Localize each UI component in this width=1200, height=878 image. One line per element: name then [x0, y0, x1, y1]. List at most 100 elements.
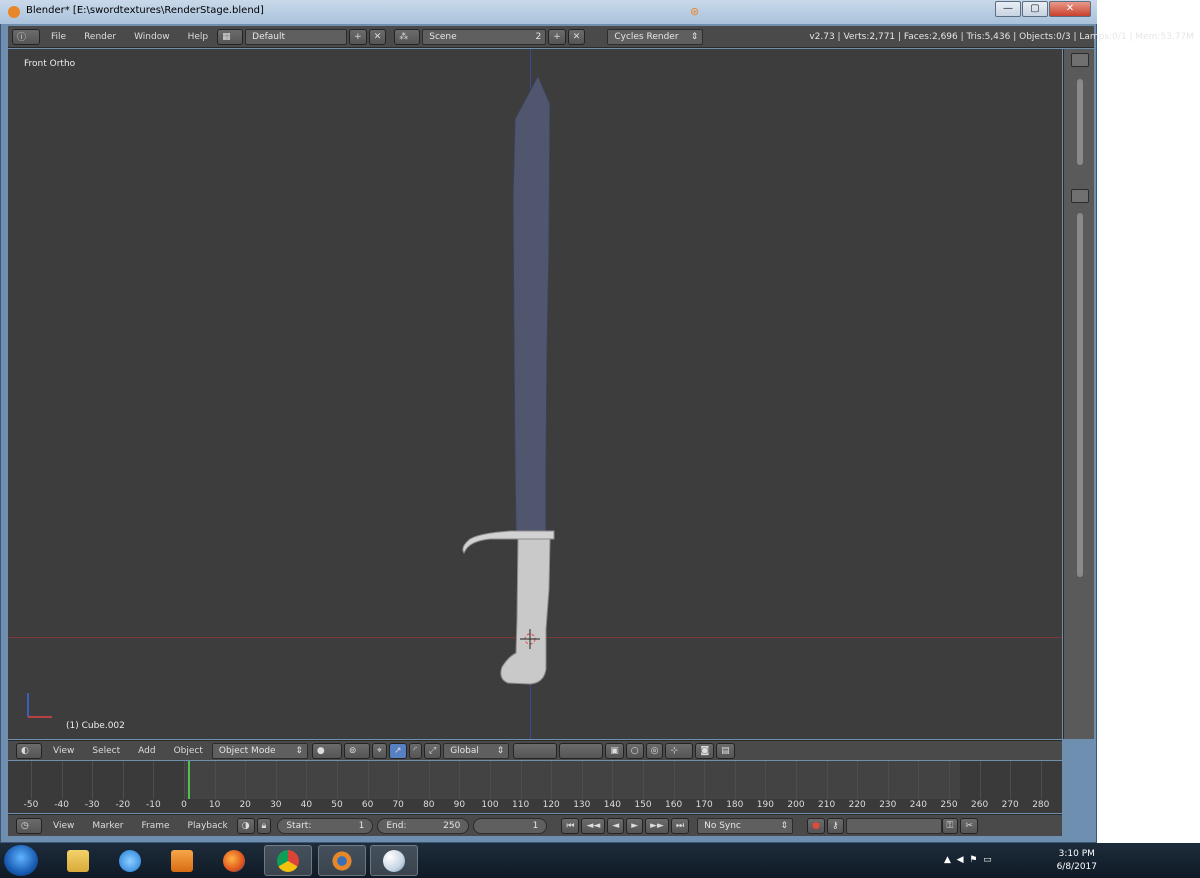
taskbar-file-explorer[interactable]	[54, 845, 102, 876]
frame-tick-label: 10	[208, 800, 221, 810]
taskbar-firefox[interactable]	[210, 845, 258, 876]
snap-element-button[interactable]: ⊹	[665, 742, 694, 759]
current-frame-field[interactable]: 1	[473, 817, 548, 834]
menu-help[interactable]: Help	[188, 32, 209, 42]
panel-toggle-button[interactable]	[1071, 53, 1089, 67]
menu-view[interactable]: View	[53, 746, 74, 756]
frame-tick-label: 150	[634, 800, 652, 810]
editor-type-info-button[interactable]: ⓘ	[12, 28, 40, 45]
jump-end-button[interactable]: ⏭	[670, 817, 690, 834]
taskbar-media-player[interactable]	[158, 845, 206, 876]
prev-keyframe-button[interactable]: ◄◄	[581, 817, 606, 834]
render-engine-select[interactable]: Cycles Render ⇕	[607, 28, 704, 45]
properties-scrollbar[interactable]	[1077, 213, 1083, 577]
timeline-grid-line	[245, 761, 247, 799]
opengl-animation-button[interactable]: ▤	[716, 742, 735, 759]
frame-tick-label: 230	[879, 800, 897, 810]
delete-layout-button[interactable]: ✕	[368, 28, 387, 45]
frame-tick-label: 140	[603, 800, 621, 810]
layout-browse-button[interactable]: ▦	[217, 28, 244, 45]
delete-keyframe-button[interactable]: ✂	[960, 817, 978, 834]
rotate-manipulator-button[interactable]: ◜	[408, 742, 422, 759]
keying-set-field[interactable]	[845, 817, 942, 834]
layout-grid-icon: ▦	[222, 31, 231, 42]
timeline-grid-line	[857, 761, 859, 799]
lock-camera-button[interactable]: ▣	[605, 742, 624, 759]
menu-playback[interactable]: Playback	[188, 821, 228, 831]
menu-marker[interactable]: Marker	[92, 821, 123, 831]
blender-icon	[331, 849, 353, 872]
maximize-button[interactable]: ▢	[1022, 1, 1048, 17]
menu-frame[interactable]: Frame	[141, 821, 169, 831]
outliner-scrollbar[interactable]	[1077, 79, 1083, 165]
frame-tick-label: 210	[818, 800, 836, 810]
frame-tick-label: 60	[361, 800, 374, 810]
frame-tick-label: 20	[239, 800, 251, 810]
play-button[interactable]: ►	[626, 817, 644, 834]
start-frame-field[interactable]: Start: 1	[277, 817, 374, 834]
taskbar-clock[interactable]: 3:10 PM 6/8/2017	[1057, 848, 1097, 874]
add-layout-button[interactable]: +	[349, 28, 367, 45]
editor-type-timeline-button[interactable]: ◷	[16, 817, 42, 834]
lock-time-range-button[interactable]: 🔒︎	[256, 817, 272, 834]
transform-orientation-select[interactable]: Global ⇕	[443, 742, 510, 759]
add-scene-button[interactable]: +	[548, 28, 566, 45]
opengl-render-button[interactable]: ◙	[695, 742, 715, 759]
record-icon: ●	[812, 820, 820, 831]
next-keyframe-button[interactable]: ►►	[645, 817, 669, 834]
menu-object[interactable]: Object	[174, 746, 203, 756]
menu-timeline-view[interactable]: View	[53, 821, 74, 831]
minimize-button[interactable]: —	[995, 1, 1021, 17]
taskbar-paint[interactable]	[370, 845, 418, 876]
taskbar-chrome[interactable]	[264, 845, 312, 876]
sword-model[interactable]	[8, 49, 1062, 739]
pivot-point-button[interactable]: ⊚	[343, 742, 370, 759]
timeline-grid-line	[979, 761, 981, 799]
end-frame-field[interactable]: End: 250	[377, 817, 470, 834]
render-border-button[interactable]: ○	[625, 742, 644, 759]
current-frame-cursor[interactable]	[188, 761, 190, 799]
manipulator-toggle-button[interactable]: ⌖	[371, 742, 387, 759]
auto-keying-button[interactable]: ●	[807, 817, 825, 834]
editor-type-3dview-button[interactable]: ◐	[16, 742, 42, 759]
3d-viewport[interactable]: Front Ortho (1) Cube.002	[8, 49, 1062, 739]
close-button[interactable]: ✕	[1049, 1, 1091, 17]
translate-manipulator-button[interactable]: ↗	[388, 742, 407, 759]
menu-file[interactable]: File	[51, 32, 66, 42]
proportional-edit-button[interactable]: ◎	[645, 742, 664, 759]
menu-select[interactable]: Select	[92, 746, 120, 756]
window-title-bar[interactable]: Blender* [E:\swordtextures\RenderStage.b…	[0, 0, 1097, 24]
timeline-area[interactable]	[8, 761, 1062, 799]
timeline-grid-line	[428, 761, 430, 799]
timeline-grid-line	[734, 761, 736, 799]
mode-select[interactable]: Object Mode ⇕	[211, 742, 308, 759]
plus-icon: +	[354, 31, 362, 42]
layer-buttons-b[interactable]	[559, 742, 604, 759]
viewport-shading-button[interactable]: ●	[311, 742, 342, 759]
scale-manipulator-button[interactable]: ⤢	[424, 742, 442, 759]
jump-start-button[interactable]: ⏮	[561, 817, 580, 834]
start-button[interactable]	[4, 845, 38, 876]
delete-scene-button[interactable]: ✕	[567, 28, 586, 45]
axis-gizmo	[27, 693, 52, 718]
scene-name-field[interactable]: Scene 2	[422, 28, 547, 45]
taskbar-blender[interactable]	[318, 845, 366, 876]
use-preview-range-button[interactable]: ◑	[236, 817, 255, 834]
frame-ruler[interactable]: -50 -40 -30 -20 -10 0 10 20 30 40 50 60 70 80 90 100 110…	[8, 799, 1062, 813]
menu-add[interactable]: Add	[138, 746, 155, 756]
timeline-grid-line	[826, 761, 828, 799]
plus-icon: +	[553, 31, 561, 42]
insert-keyframe-button[interactable]: ⚿	[941, 817, 959, 834]
keying-set-button[interactable]: ⚷	[826, 817, 844, 834]
taskbar-internet-explorer[interactable]	[106, 845, 154, 876]
frame-tick-label: -40	[54, 800, 69, 810]
layout-name-field[interactable]: Default	[245, 28, 348, 45]
menu-render[interactable]: Render	[84, 32, 116, 42]
menu-window[interactable]: Window	[134, 32, 170, 42]
sync-mode-select[interactable]: No Sync ⇕	[697, 817, 794, 834]
scene-browse-button[interactable]: ⁂	[394, 28, 421, 45]
play-reverse-button[interactable]: ◄	[607, 817, 625, 834]
system-tray[interactable]: ▲ ◀︎ ⚑ ▭	[944, 855, 992, 865]
properties-toggle-button[interactable]	[1071, 189, 1089, 203]
layer-buttons-a[interactable]	[513, 742, 558, 759]
